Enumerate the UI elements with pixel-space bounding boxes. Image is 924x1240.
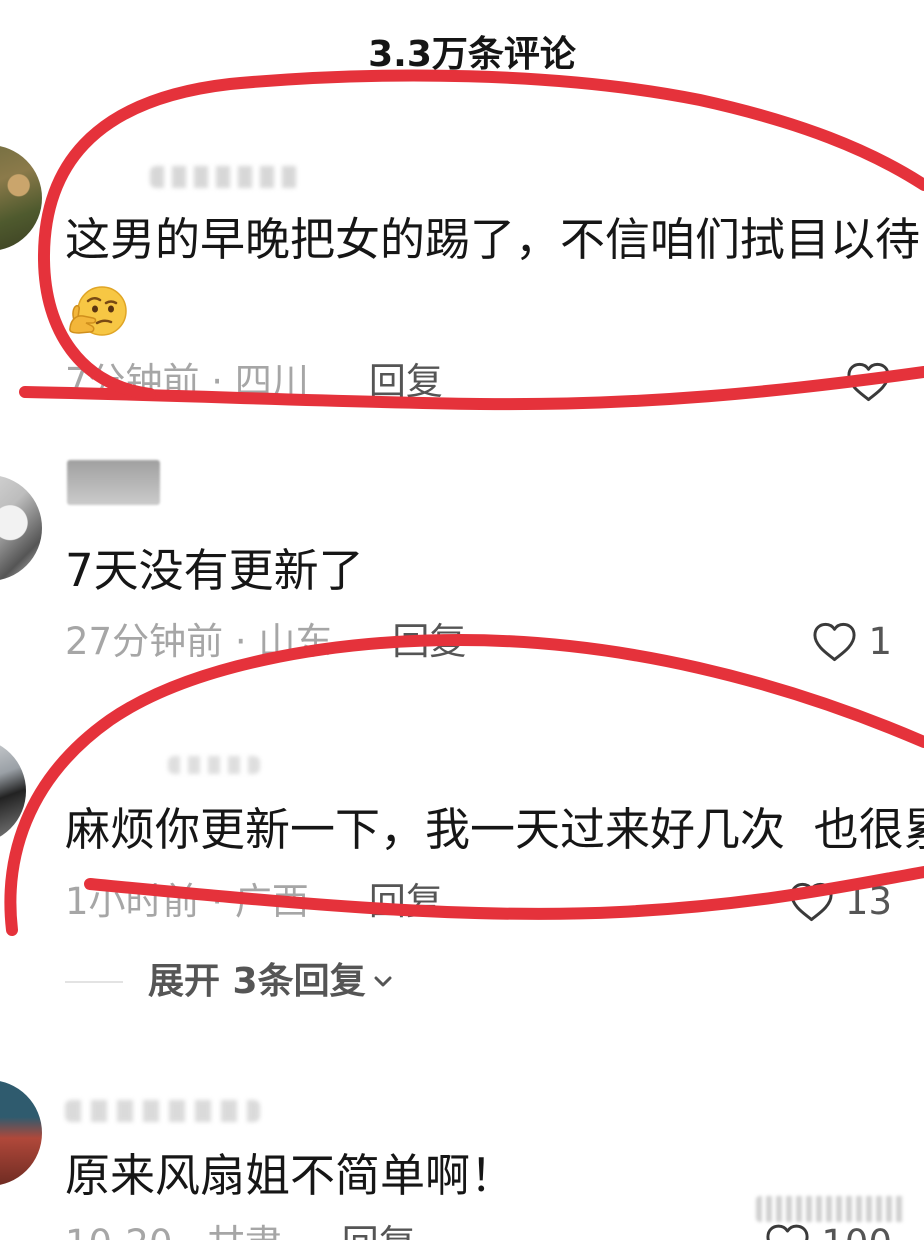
comment-meta-row: 7分钟前 · 四川 回复 bbox=[65, 360, 924, 404]
comment-item: 7天没有更新了 27分钟前 · 山东 回复 1 bbox=[0, 450, 924, 670]
avatar[interactable] bbox=[0, 1080, 42, 1186]
avatar[interactable] bbox=[0, 145, 42, 251]
avatar-image bbox=[0, 475, 42, 581]
reply-button[interactable]: 回复 bbox=[369, 880, 443, 924]
username-redacted[interactable] bbox=[168, 756, 260, 774]
heart-outline-icon[interactable] bbox=[845, 360, 892, 404]
heart-outline-icon[interactable] bbox=[764, 1222, 811, 1240]
like-count: 100 bbox=[821, 1222, 892, 1240]
avatar-image bbox=[0, 1080, 42, 1186]
comment-time-location: 27分钟前 · 山东 bbox=[65, 620, 333, 663]
comment-item: 这男的早晚把女的踢了，不信咱们拭目以待 7分钟前 · 四川 回复 bbox=[0, 140, 924, 410]
chevron-down-icon bbox=[374, 976, 392, 987]
like-button[interactable]: 13 bbox=[788, 880, 892, 924]
comment-meta-row: 10-20 · 甘肃 回复 100 bbox=[65, 1222, 924, 1240]
heart-outline-icon[interactable] bbox=[788, 880, 835, 924]
like-button[interactable]: 1 bbox=[811, 620, 892, 664]
like-button[interactable]: 100 bbox=[764, 1222, 892, 1240]
watermark-logo bbox=[756, 1196, 906, 1222]
heart-outline-icon[interactable] bbox=[811, 620, 858, 664]
comment-time-location: 1小时前 · 广西 bbox=[65, 880, 309, 923]
comment-count-title: 3.3万条评论 bbox=[368, 34, 576, 75]
avatar-image bbox=[0, 738, 26, 844]
comment-meta-row: 1小时前 · 广西 回复 13 bbox=[65, 880, 924, 924]
comment-panel: 3.3万条评论 这男的早晚把女的踢了，不信咱们拭目以待 7分钟前 · 四川 回复 bbox=[0, 0, 924, 1240]
avatar[interactable] bbox=[0, 738, 26, 844]
like-button[interactable] bbox=[845, 360, 892, 404]
expand-replies-button[interactable]: 展开 3条回复 bbox=[65, 960, 394, 1004]
comment-text: 麻烦你更新一下，我一天过来好几次 也很累 bbox=[65, 803, 924, 856]
expand-replies-label: 展开 3条回复 bbox=[148, 961, 366, 1002]
comment-time-location: 7分钟前 · 四川 bbox=[65, 360, 309, 403]
comment-time-location: 10-20 · 甘肃 bbox=[65, 1222, 282, 1240]
comment-meta-row: 27分钟前 · 山东 回复 1 bbox=[65, 620, 924, 664]
username-redacted[interactable] bbox=[65, 1100, 260, 1122]
reply-button[interactable]: 回复 bbox=[369, 360, 443, 404]
username-redacted[interactable] bbox=[150, 166, 300, 188]
reply-button[interactable]: 回复 bbox=[342, 1222, 416, 1240]
avatar[interactable] bbox=[0, 475, 42, 581]
comment-text: 这男的早晚把女的踢了，不信咱们拭目以待 bbox=[65, 213, 921, 266]
comment-text: 7天没有更新了 bbox=[65, 544, 364, 597]
comment-item: 麻烦你更新一下，我一天过来好几次 也很累 1小时前 · 广西 回复 13 展开 … bbox=[0, 730, 924, 1010]
reply-button[interactable]: 回复 bbox=[392, 620, 466, 664]
username-redacted[interactable] bbox=[67, 460, 160, 505]
avatar-image bbox=[0, 145, 42, 251]
thinking-face-emoji-icon bbox=[69, 286, 127, 336]
divider-line bbox=[65, 981, 123, 983]
like-count: 13 bbox=[844, 880, 892, 923]
like-count: 1 bbox=[868, 620, 892, 663]
